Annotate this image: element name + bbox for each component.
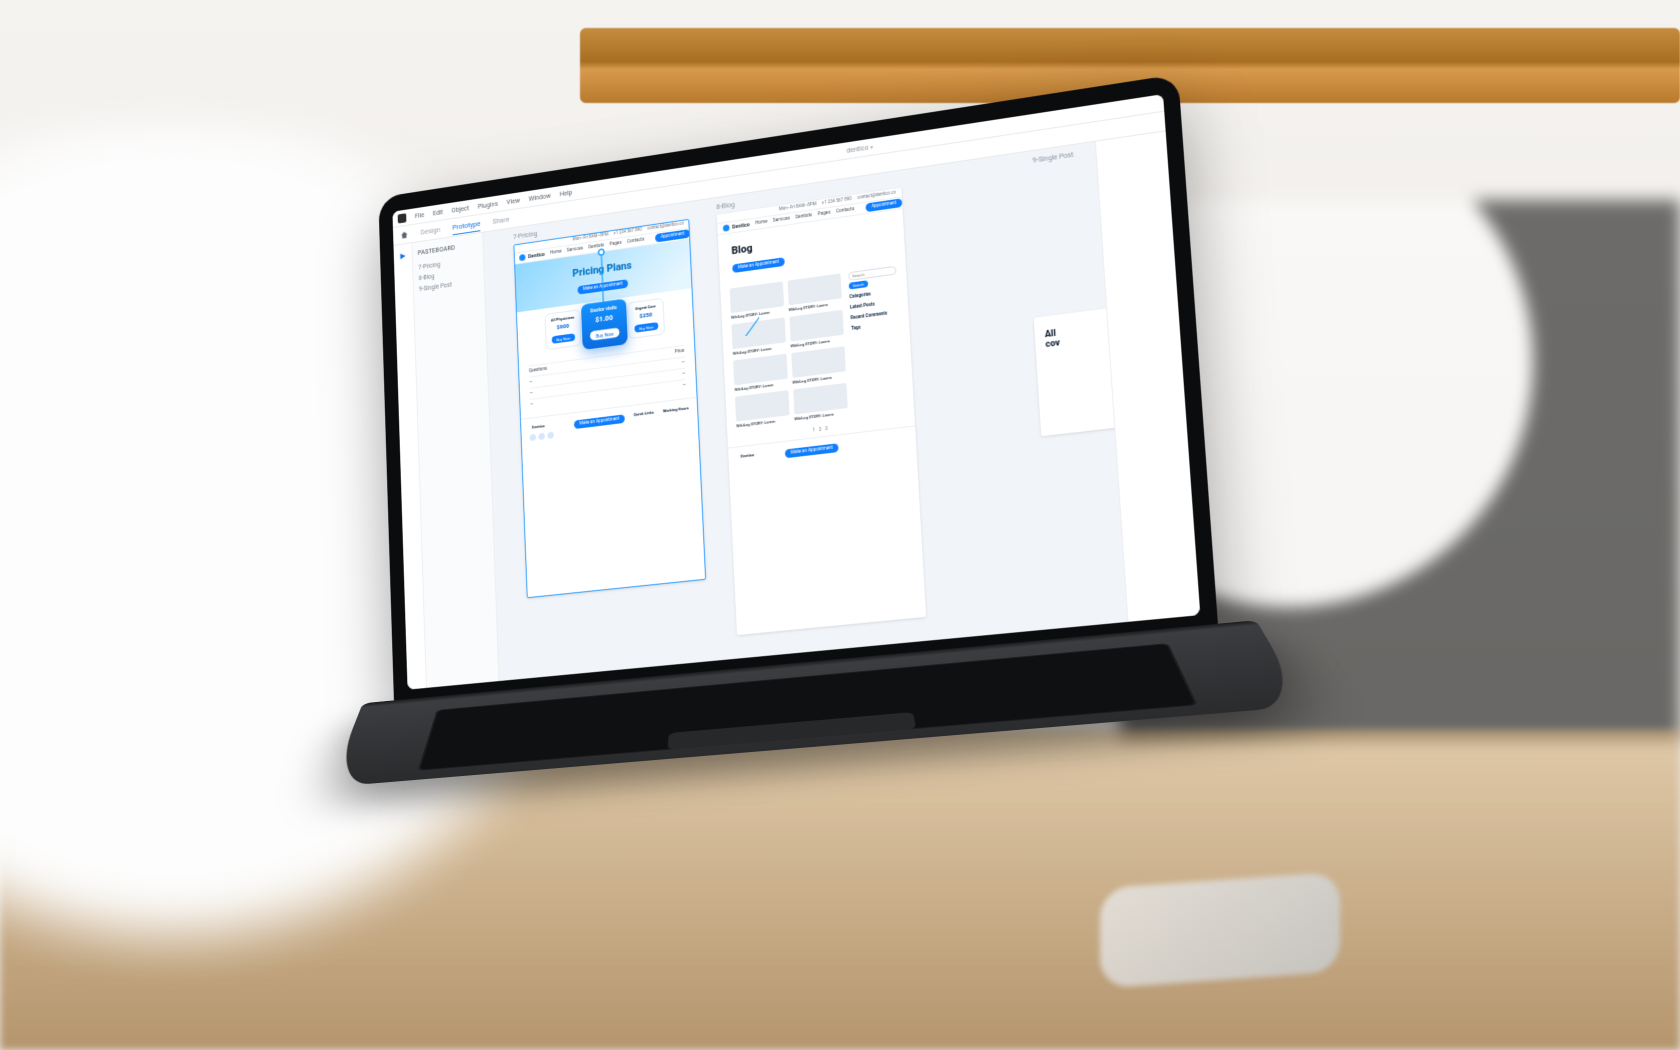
price-card[interactable]: Urgent Care $250 Buy Now [627, 298, 665, 339]
footer-brand: Dentico [529, 422, 565, 431]
laptop: File Edit Object Plugins View Window Hel… [378, 74, 1235, 921]
nav-item[interactable]: Contacts [836, 207, 855, 214]
page-number[interactable]: 3 [825, 427, 828, 432]
post-card[interactable]: WikiLog STORY: Lorem [733, 354, 788, 392]
post-thumb [735, 390, 789, 421]
post-card[interactable]: WikiLog STORY: Lorem [787, 273, 842, 312]
faq-header: Questions [529, 367, 547, 374]
document-title: dentico [846, 143, 868, 154]
sidebar-search: Search [848, 266, 897, 290]
mode-prototype[interactable]: Prototype [452, 216, 481, 235]
plan-price: $250 [639, 312, 652, 320]
app-window: File Edit Object Plugins View Window Hel… [392, 94, 1200, 690]
sidebar-heading: Tags [851, 321, 899, 332]
artboard-blog[interactable]: Mon–Fri 8AM–8PM +1 234 567 890 contact@d… [717, 188, 926, 635]
post-card[interactable]: WikiLog STORY: Lorem [791, 346, 846, 385]
page-number[interactable]: 1 [813, 428, 816, 433]
footer-cta-button[interactable]: Make an Appointment [574, 414, 625, 429]
plan-name: All Physicians [551, 316, 575, 324]
menu-edit[interactable]: Edit [433, 208, 443, 217]
menu-plugins[interactable]: Plugins [478, 200, 498, 210]
social-icon[interactable] [538, 433, 544, 440]
home-icon[interactable] [400, 230, 409, 240]
nav-item[interactable]: Home [550, 250, 562, 256]
artboard-label[interactable]: 8-Blog [716, 201, 735, 211]
search-button[interactable]: Search [849, 280, 868, 289]
artboard-label[interactable]: 7-Pricing [513, 230, 538, 241]
social-icons [530, 430, 566, 441]
nav-item[interactable]: Dentists [795, 213, 812, 220]
buy-button[interactable]: Buy Now [590, 327, 619, 340]
menu-view[interactable]: View [506, 196, 520, 205]
price-card[interactable]: All Physicians $900 Buy Now [545, 309, 582, 350]
play-icon[interactable]: ▶ [400, 251, 406, 260]
post-thumb [793, 383, 848, 415]
buy-button[interactable]: Buy Now [552, 333, 575, 344]
search-input[interactable] [848, 266, 896, 281]
nav-item[interactable]: Pages [818, 211, 831, 218]
social-icon[interactable] [547, 432, 554, 439]
price-card-featured[interactable]: Doctor visits $1.00 Buy Now [581, 298, 628, 350]
footer-col-header: Working Hours [663, 406, 689, 414]
menu-window[interactable]: Window [529, 192, 551, 203]
background-phone [1100, 872, 1340, 989]
artboard-pricing[interactable]: Mon–Fri 8AM–8PM +1 234 567 890 contact@d… [513, 219, 706, 598]
logo-icon [519, 254, 525, 261]
plan-name: Urgent Care [635, 304, 656, 311]
sidebar-heading: Categories [849, 289, 897, 300]
menu-help[interactable]: Help [559, 188, 572, 197]
footer-brand: Dentico [738, 451, 776, 460]
logo-icon [723, 224, 730, 231]
nav-item[interactable]: Services [567, 246, 583, 253]
social-icon[interactable] [530, 434, 536, 441]
menu-object[interactable]: Object [452, 204, 470, 214]
canvas[interactable]: 7-Pricing Mon–Fri 8AM–8PM +1 234 567 890… [483, 142, 1127, 681]
post-card[interactable]: WikiLog STORY: Lorem [730, 281, 784, 319]
post-card[interactable]: WikiLog STORY: Lorem [735, 390, 790, 428]
post-card[interactable]: WikiLog STORY: Lorem [789, 310, 844, 349]
nav-item[interactable]: Services [773, 216, 790, 223]
buy-button[interactable]: Buy Now [634, 322, 658, 333]
menu-file[interactable]: File [415, 211, 425, 220]
post-card[interactable]: WikiLog STORY: Lorem [793, 383, 849, 421]
page-number[interactable]: 2 [819, 428, 822, 433]
footer-cta-button[interactable]: Make an Appointment [785, 443, 839, 458]
footer-col-header: Quick Links [634, 411, 654, 418]
nav-item[interactable]: Home [755, 220, 767, 226]
post-card[interactable]: WikiLog STORY: Lorem [731, 318, 785, 356]
mode-share[interactable]: Share [492, 212, 509, 228]
blog-sidebar: Search Categories Latest Posts Recent Co… [848, 266, 904, 414]
plan-price: $1.00 [595, 314, 613, 325]
faq-price-header: Price [675, 349, 685, 355]
artboard-label[interactable]: 9-Single Post [1032, 151, 1073, 165]
plan-name: Doctor visits [590, 305, 617, 314]
chevron-down-icon[interactable]: ▾ [870, 144, 873, 151]
brand[interactable]: Dentico [519, 251, 545, 261]
nav-item[interactable]: Dentists [588, 243, 604, 250]
blog-body: WikiLog STORY: Lorem WikiLog STORY: Lore… [720, 259, 914, 436]
app-icon [398, 213, 407, 223]
nav-item[interactable]: Contacts [627, 238, 645, 245]
post-grid: WikiLog STORY: Lorem WikiLog STORY: Lore… [730, 273, 849, 428]
mode-design[interactable]: Design [420, 223, 440, 240]
sidebar-heading: Recent Comments [851, 310, 899, 321]
sidebar-heading: Latest Posts [850, 299, 898, 310]
nav-item[interactable]: Pages [609, 241, 621, 247]
plan-price: $900 [557, 323, 570, 331]
